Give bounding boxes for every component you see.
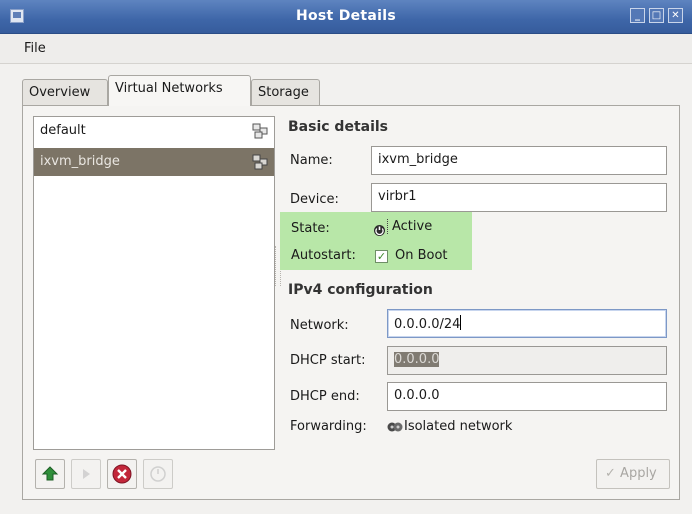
forwarding-value: Isolated network (404, 419, 513, 434)
network-field[interactable]: 0.0.0.0/24 (387, 309, 667, 338)
window-bottom (0, 505, 692, 514)
dhcp-start-value: 0.0.0.0 (394, 352, 440, 367)
name-label: Name: (290, 153, 333, 168)
menu-bar: File (0, 34, 692, 64)
text-cursor (460, 315, 462, 330)
delete-network-button[interactable] (143, 459, 173, 489)
window-title: Host Details (295, 8, 397, 24)
network-icon (252, 154, 268, 170)
tab-storage[interactable]: Storage (251, 79, 320, 106)
checkmark-icon: ✓ (605, 466, 616, 481)
network-label: Network: (290, 318, 349, 333)
dhcp-start-label: DHCP start: (290, 353, 366, 368)
active-state-icon (374, 225, 385, 236)
forwarding-label: Forwarding: (290, 419, 367, 434)
network-name: default (40, 123, 86, 138)
device-field[interactable]: virbr1 (371, 183, 667, 212)
start-network-button[interactable] (71, 459, 101, 489)
dhcp-end-label: DHCP end: (290, 389, 360, 404)
isolated-network-icon (387, 422, 403, 432)
add-icon (41, 466, 59, 481)
network-list[interactable]: default ixvm_bridge (33, 116, 275, 450)
apply-label: Apply (620, 466, 657, 481)
device-label: Device: (290, 192, 339, 207)
autostart-label: Autostart: (291, 248, 356, 263)
maximize-button[interactable]: □ (649, 8, 664, 23)
menu-file[interactable]: File (24, 41, 46, 56)
network-icon (252, 123, 268, 139)
delete-icon (150, 466, 166, 482)
state-value: Active (387, 219, 432, 234)
dhcp-end-field[interactable]: 0.0.0.0 (387, 382, 667, 411)
title-bar[interactable]: Host Details _ □ ✕ (0, 0, 692, 34)
virtual-networks-page: default ixvm_bridge Basic details Name: … (22, 105, 680, 500)
stop-icon (112, 464, 132, 484)
stop-network-button[interactable] (107, 459, 137, 489)
add-network-button[interactable] (35, 459, 65, 489)
autostart-value[interactable]: On Boot (395, 248, 448, 263)
network-name: ixvm_bridge (40, 154, 120, 169)
tab-virtual-networks[interactable]: Virtual Networks (108, 75, 251, 106)
network-value: 0.0.0.0/24 (394, 317, 461, 332)
list-item-selected[interactable]: ixvm_bridge (34, 148, 274, 176)
play-icon (83, 469, 90, 479)
minimize-button[interactable]: _ (630, 8, 645, 23)
dhcp-start-field[interactable]: 0.0.0.0 (387, 346, 667, 375)
basic-details-heading: Basic details (288, 119, 389, 135)
tab-overview[interactable]: Overview (22, 79, 108, 106)
state-label: State: (291, 221, 330, 236)
apply-button[interactable]: ✓ Apply (596, 459, 670, 489)
close-button[interactable]: ✕ (668, 8, 683, 23)
autostart-checkbox[interactable]: ✓ (375, 250, 388, 263)
name-field[interactable]: ixvm_bridge (371, 146, 667, 175)
list-item[interactable]: default (34, 117, 274, 145)
ipv4-heading: IPv4 configuration (288, 282, 433, 298)
